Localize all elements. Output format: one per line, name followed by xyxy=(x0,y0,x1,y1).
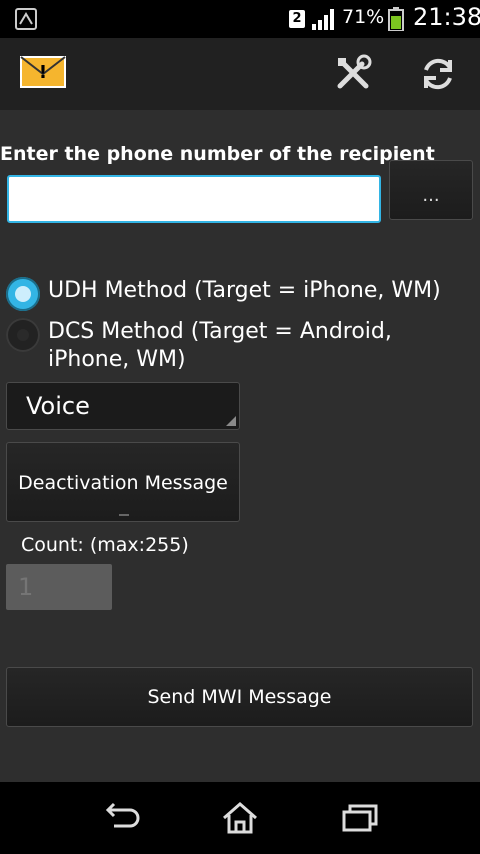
sim-slot-icon: 2 xyxy=(289,10,305,28)
svg-text:!: ! xyxy=(39,62,47,83)
radio-dcs-label: DCS Method (Target = Android, iPhone, WM… xyxy=(48,319,392,372)
envelope-warning-icon[interactable]: ! xyxy=(20,56,66,92)
contact-picker-button[interactable]: ... xyxy=(389,160,473,220)
radio-udh-method[interactable]: UDH Method (Target = iPhone, WM) xyxy=(6,277,441,311)
recipient-prompt: Enter the phone number of the recipient xyxy=(0,143,435,165)
home-icon[interactable] xyxy=(220,800,260,836)
deactivation-message-button[interactable]: Deactivation Message xyxy=(6,442,240,522)
status-bar: 2 71% 21:38 xyxy=(0,0,480,38)
clock: 21:38 xyxy=(413,3,480,31)
count-label: Count: (max:255) xyxy=(21,534,189,556)
back-icon[interactable] xyxy=(100,800,140,836)
phone-number-input[interactable] xyxy=(7,175,381,223)
radio-dcs-method[interactable]: DCS Method (Target = Android, iPhone, WM… xyxy=(6,318,480,374)
recents-icon[interactable] xyxy=(340,800,380,836)
refresh-icon[interactable] xyxy=(416,52,460,96)
send-mwi-button[interactable]: Send MWI Message xyxy=(6,667,473,727)
signal-icon xyxy=(312,8,336,34)
battery-percent: 71% xyxy=(342,6,385,28)
radio-checked-icon[interactable] xyxy=(6,277,40,311)
navigation-bar xyxy=(0,782,480,854)
spinner-corner-icon xyxy=(226,416,236,426)
deactivation-message-label: Deactivation Message xyxy=(18,472,228,494)
button-dash-indicator xyxy=(119,514,129,516)
message-type-spinner[interactable]: Voice xyxy=(6,382,240,430)
radio-udh-label: UDH Method (Target = iPhone, WM) xyxy=(48,278,441,303)
spinner-value: Voice xyxy=(26,392,90,420)
action-bar: ! xyxy=(0,38,480,110)
tools-icon[interactable] xyxy=(332,52,376,96)
count-input[interactable] xyxy=(6,564,112,610)
battery-icon xyxy=(388,7,404,35)
app-notification-icon xyxy=(14,7,38,35)
radio-unchecked-icon[interactable] xyxy=(6,318,40,352)
